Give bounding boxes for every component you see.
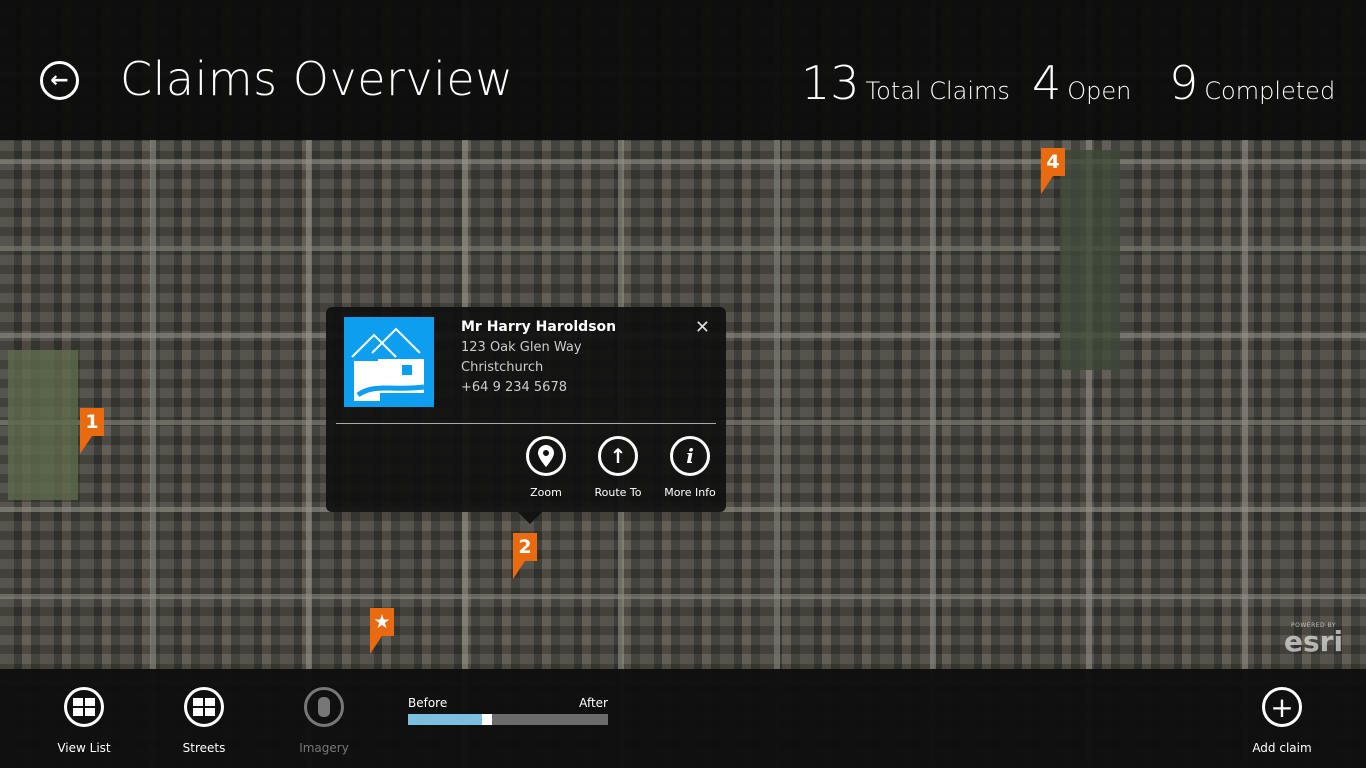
map-river [1060,150,1120,370]
before-label: Before [408,696,448,710]
info-icon: i [670,436,710,476]
esri-text: esri [1284,625,1344,658]
marker-label: 4 [1041,148,1065,176]
marker-label: ★ [370,608,394,636]
claim-marker-4[interactable]: 4 [1041,148,1065,196]
button-label: Imagery [299,741,349,755]
close-icon[interactable]: ✕ [695,317,710,338]
page-title: Claims Overview [120,52,514,106]
action-label: Route To [594,486,642,499]
stat-value: 4 [1032,56,1062,110]
action-label: Zoom [530,486,562,499]
stat-value: 9 [1169,56,1199,110]
action-label: More Info [664,486,716,499]
imagery-icon [304,687,344,727]
stat-total-claims: 13 Total Claims [801,56,1010,110]
route-to-button[interactable]: ↑ Route To [583,436,653,499]
stat-label: Open [1067,77,1132,105]
imagery-button[interactable]: Imagery [279,687,369,755]
arrow-left-icon: ← [50,68,69,93]
marker-tail [1041,176,1065,194]
back-button[interactable]: ← [40,61,79,100]
claim-marker-star[interactable]: ★ [370,608,394,656]
claim-popup: Mr Harry Haroldson 123 Oak Glen Way Chri… [326,307,726,524]
stat-open: 4 Open [1032,56,1131,110]
stat-value: 13 [801,56,860,110]
claimant-name: Mr Harry Haroldson [461,319,617,335]
streets-map-icon [184,687,224,727]
map-pin-icon [526,436,566,476]
header: ← Claims Overview 13 Total Claims 4 Open 9… [0,0,1366,140]
phone-number[interactable]: +64 9 234 5678 [461,380,567,395]
more-info-button[interactable]: i More Info [655,436,725,499]
marker-tail [370,636,394,654]
house-logo-icon [344,317,434,407]
zoom-button[interactable]: Zoom [511,436,581,499]
slider-track[interactable] [408,714,608,725]
streets-button[interactable]: Streets [159,687,249,755]
stat-label: Completed [1204,77,1336,105]
slider-thumb[interactable] [482,714,492,725]
marker-label: 1 [80,408,104,436]
plus-icon: + [1262,687,1302,727]
arrow-up-icon: ↑ [598,436,638,476]
button-label: Add claim [1252,741,1312,755]
claim-marker-2[interactable]: 2 [513,533,537,581]
marker-tail [513,561,537,579]
add-claim-button[interactable]: + Add claim [1237,687,1327,755]
view-list-button[interactable]: View List [39,687,129,755]
stat-completed: 9 Completed [1169,56,1335,110]
esri-logo: POWERED BY esri [1284,622,1344,658]
button-label: View List [57,741,111,755]
address-line-1: 123 Oak Glen Way [461,340,582,355]
after-label: After [579,696,608,710]
slider-fill [408,714,482,725]
marker-tail [80,436,104,454]
map-park [8,350,78,500]
claim-marker-1[interactable]: 1 [80,408,104,456]
button-label: Streets [182,741,226,755]
stat-label: Total Claims [865,77,1010,105]
list-grid-icon [64,687,104,727]
marker-label: 2 [513,533,537,561]
address-line-2: Christchurch [461,360,544,375]
divider [336,423,716,424]
before-after-slider[interactable]: Before After [408,696,608,725]
